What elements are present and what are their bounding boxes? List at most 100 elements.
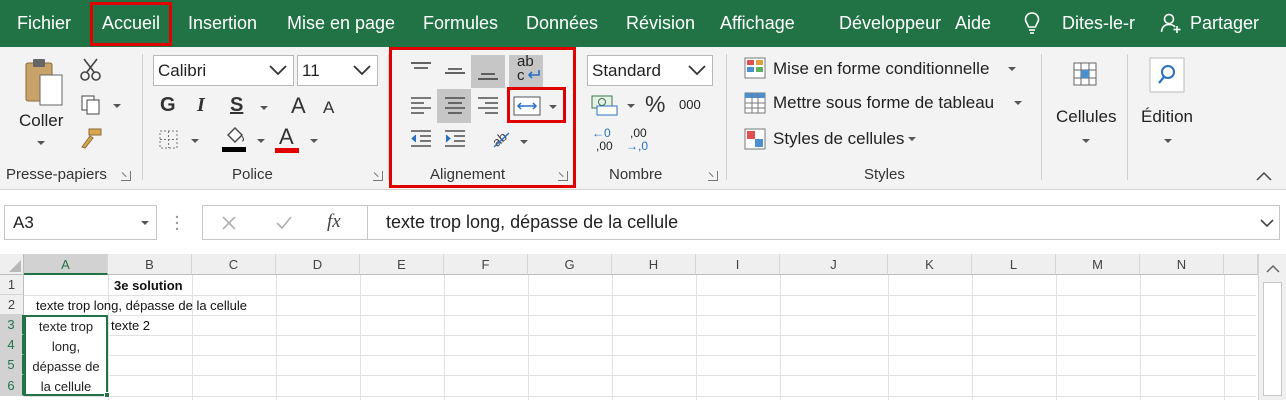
tab-formules[interactable]: Formules bbox=[423, 0, 498, 47]
cell-styles-button[interactable]: Styles de cellules bbox=[773, 129, 904, 149]
increase-indent-icon[interactable] bbox=[444, 129, 466, 149]
row-header-4[interactable]: 4 bbox=[0, 335, 24, 355]
conditional-formatting-button[interactable]: Mise en forme conditionnelle bbox=[773, 59, 989, 79]
copy-dropdown-icon[interactable] bbox=[113, 104, 121, 108]
share-person-icon[interactable] bbox=[1160, 12, 1182, 34]
align-middle-icon[interactable] bbox=[444, 61, 466, 81]
column-header-b[interactable]: B bbox=[108, 254, 192, 275]
align-right-icon[interactable] bbox=[477, 95, 499, 117]
fill-handle[interactable] bbox=[104, 392, 110, 398]
cell-b1[interactable]: 3e solution bbox=[114, 278, 183, 293]
search-icon[interactable] bbox=[1149, 57, 1185, 93]
format-as-table-icon[interactable] bbox=[744, 92, 766, 114]
font-launcher-icon[interactable] bbox=[373, 171, 383, 181]
collapse-ribbon-icon[interactable] bbox=[1256, 171, 1272, 181]
font-name-select[interactable]: Calibri bbox=[153, 55, 294, 86]
column-header-j[interactable]: J bbox=[780, 254, 888, 275]
cells-dropdown-icon[interactable] bbox=[1082, 139, 1090, 143]
row-header-3[interactable]: 3 bbox=[0, 315, 24, 335]
italic-button[interactable]: I bbox=[197, 94, 205, 117]
tab-mise-en-page[interactable]: Mise en page bbox=[287, 0, 395, 47]
column-header-e[interactable]: E bbox=[360, 254, 444, 275]
column-header-f[interactable]: F bbox=[444, 254, 528, 275]
cancel-icon[interactable] bbox=[221, 215, 237, 231]
decrease-decimal-top[interactable]: ,00 bbox=[630, 126, 647, 140]
orientation-dropdown-icon[interactable] bbox=[520, 140, 528, 144]
tab-revision[interactable]: Révision bbox=[626, 0, 695, 47]
borders-dropdown-icon[interactable] bbox=[191, 139, 199, 143]
align-left-icon[interactable] bbox=[410, 95, 432, 117]
column-header-a[interactable]: A bbox=[24, 254, 108, 275]
column-header-d[interactable]: D bbox=[276, 254, 360, 275]
cell-styles-icon[interactable] bbox=[744, 128, 766, 150]
formula-input[interactable]: texte trop long, dépasse de la cellule bbox=[367, 205, 1280, 240]
wrap-text-icon[interactable] bbox=[527, 69, 541, 81]
alignment-launcher-icon[interactable] bbox=[558, 171, 568, 181]
cell-a3-selected[interactable]: texte trop long, dépasse de la cellule bbox=[24, 315, 108, 396]
column-header-c[interactable]: C bbox=[192, 254, 276, 275]
row-header-2[interactable]: 2 bbox=[0, 295, 24, 315]
vertical-scrollbar[interactable] bbox=[1258, 254, 1286, 400]
tab-affichage[interactable]: Affichage bbox=[720, 0, 795, 47]
tab-donnees[interactable]: Données bbox=[526, 0, 598, 47]
row-header-6[interactable]: 6 bbox=[0, 375, 24, 396]
wrap-text-label-bottom[interactable]: c bbox=[517, 67, 525, 84]
conditional-formatting-icon[interactable] bbox=[744, 57, 766, 79]
lightbulb-icon[interactable] bbox=[1024, 11, 1040, 35]
accounting-dropdown-icon[interactable] bbox=[627, 104, 635, 108]
thousands-separator-button[interactable]: 000 bbox=[679, 97, 701, 112]
paste-dropdown-icon[interactable] bbox=[37, 141, 45, 145]
copy-icon[interactable] bbox=[80, 94, 102, 116]
scroll-up-icon[interactable] bbox=[1266, 264, 1280, 274]
format-as-table-button[interactable]: Mettre sous forme de tableau bbox=[773, 93, 994, 113]
align-bottom-icon[interactable] bbox=[477, 61, 499, 81]
cells-icon[interactable] bbox=[1070, 59, 1100, 89]
editing-dropdown-icon[interactable] bbox=[1164, 139, 1172, 143]
increase-decimal-bottom[interactable]: ,00 bbox=[596, 139, 613, 153]
expand-formula-bar-icon[interactable] bbox=[1260, 218, 1274, 228]
scroll-thumb[interactable] bbox=[1263, 282, 1282, 396]
conditional-formatting-dropdown-icon[interactable] bbox=[1008, 67, 1016, 71]
tab-insertion[interactable]: Insertion bbox=[188, 0, 257, 47]
column-header-l[interactable]: L bbox=[972, 254, 1056, 275]
column-header-k[interactable]: K bbox=[888, 254, 972, 275]
column-header-partial[interactable] bbox=[1224, 254, 1258, 275]
name-box-dropdown-icon[interactable] bbox=[141, 221, 149, 225]
number-launcher-icon[interactable] bbox=[708, 171, 718, 181]
cell-styles-dropdown-icon[interactable] bbox=[908, 137, 916, 141]
align-center-icon[interactable] bbox=[444, 95, 466, 117]
fill-color-icon[interactable] bbox=[221, 125, 249, 153]
underline-button[interactable]: S bbox=[230, 94, 243, 117]
enter-check-icon[interactable] bbox=[275, 215, 293, 231]
paste-icon[interactable] bbox=[22, 57, 64, 109]
select-all-corner[interactable] bbox=[0, 254, 24, 275]
format-painter-icon[interactable] bbox=[79, 127, 103, 149]
font-color-dropdown-icon[interactable] bbox=[310, 139, 318, 143]
tab-fichier[interactable]: Fichier bbox=[17, 0, 71, 47]
name-box[interactable]: A3 bbox=[4, 205, 157, 240]
number-format-select[interactable]: Standard bbox=[587, 55, 713, 86]
column-header-n[interactable]: N bbox=[1140, 254, 1224, 275]
cut-icon[interactable] bbox=[79, 57, 103, 83]
tab-aide[interactable]: Aide bbox=[955, 0, 991, 47]
insert-function-icon[interactable]: fx bbox=[327, 211, 341, 233]
font-size-select[interactable]: 11 bbox=[297, 55, 378, 86]
decrease-indent-icon[interactable] bbox=[410, 129, 432, 149]
column-header-i[interactable]: I bbox=[696, 254, 780, 275]
cell-a2[interactable]: texte trop long, dépasse de la cellule bbox=[36, 298, 247, 313]
tell-me-search[interactable]: Dites-le-r bbox=[1062, 0, 1135, 47]
format-as-table-dropdown-icon[interactable] bbox=[1014, 101, 1022, 105]
column-header-g[interactable]: G bbox=[528, 254, 612, 275]
paste-label[interactable]: Coller bbox=[19, 111, 63, 131]
row-header-1[interactable]: 1 bbox=[0, 275, 24, 295]
fill-color-dropdown-icon[interactable] bbox=[257, 139, 265, 143]
align-top-icon[interactable] bbox=[410, 61, 432, 81]
increase-decimal-top[interactable]: ←0 bbox=[592, 126, 611, 140]
decrease-decimal-bottom[interactable]: →,0 bbox=[626, 139, 648, 153]
clipboard-launcher-icon[interactable] bbox=[121, 171, 131, 181]
underline-dropdown-icon[interactable] bbox=[260, 106, 268, 110]
merge-dropdown-icon[interactable] bbox=[549, 105, 557, 109]
column-header-h[interactable]: H bbox=[612, 254, 696, 275]
column-header-m[interactable]: M bbox=[1056, 254, 1140, 275]
borders-icon[interactable] bbox=[158, 129, 180, 151]
